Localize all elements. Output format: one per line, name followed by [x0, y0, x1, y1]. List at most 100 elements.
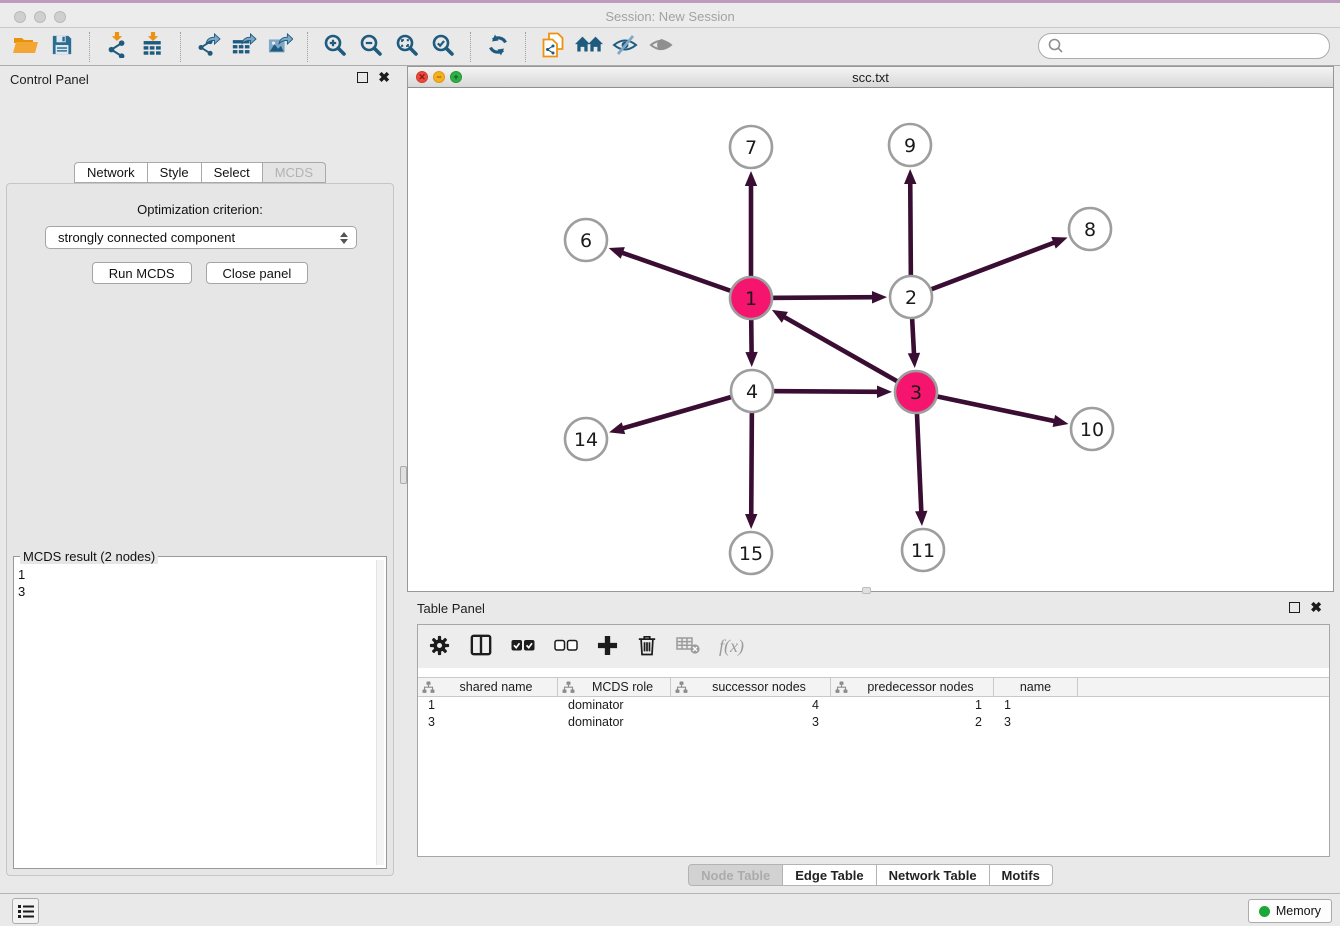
- search-input[interactable]: [1065, 36, 1329, 56]
- vertical-splitter[interactable]: [400, 66, 407, 880]
- column-header-name[interactable]: name: [994, 678, 1078, 696]
- import-network-button[interactable]: [99, 31, 135, 63]
- table-cell[interactable]: 1: [831, 697, 994, 714]
- svg-text:10: 10: [1080, 419, 1104, 441]
- network-canvas[interactable]: 7 9 6 8 1 2 4 3 10 14 15 11: [408, 88, 1333, 591]
- export-table-button[interactable]: [226, 31, 262, 63]
- show-eye-button[interactable]: [643, 31, 679, 63]
- close-panel-icon[interactable]: ✖: [378, 72, 390, 83]
- tab-style[interactable]: Style: [148, 162, 202, 183]
- zoom-out-button[interactable]: [353, 31, 389, 63]
- window-title: Session: New Session: [0, 9, 1340, 24]
- tab-network-table[interactable]: Network Table: [877, 864, 990, 886]
- graph-node-14[interactable]: 14: [565, 418, 607, 460]
- column-header-shared-name[interactable]: shared name: [418, 678, 558, 696]
- graph-edge-3-1[interactable]: [772, 310, 916, 392]
- graph-edge-3-10[interactable]: [916, 392, 1069, 427]
- table-cell[interactable]: 3: [418, 714, 558, 731]
- table-cell[interactable]: 1: [418, 697, 558, 714]
- add-column-button[interactable]: [597, 635, 618, 659]
- refresh-layout-icon: [486, 33, 510, 60]
- result-scrollbar[interactable]: [376, 560, 384, 865]
- graph-node-6[interactable]: 6: [565, 219, 607, 261]
- float-panel-icon[interactable]: [357, 72, 368, 83]
- table-header-row: shared nameMCDS rolesuccessor nodesprede…: [418, 677, 1329, 697]
- table-cell[interactable]: 3: [994, 714, 1078, 731]
- zoom-fit-button[interactable]: [389, 31, 425, 63]
- run-mcds-button[interactable]: Run MCDS: [92, 262, 192, 284]
- delete-table-button[interactable]: [676, 635, 700, 658]
- graph-edge-4-14[interactable]: [609, 391, 752, 434]
- table-panel: Table Panel ✖ f(x) shared nameMCDS roles…: [407, 595, 1334, 890]
- splitter-grip[interactable]: [400, 466, 407, 484]
- horizontal-splitter-grip[interactable]: [862, 587, 871, 594]
- select-all-icon: [511, 639, 535, 655]
- gear-button[interactable]: [428, 634, 451, 660]
- graph-node-7[interactable]: 7: [730, 126, 772, 168]
- criterion-dropdown[interactable]: strongly connected component: [45, 226, 357, 249]
- close-table-panel-icon[interactable]: ✖: [1310, 602, 1322, 613]
- tab-motifs[interactable]: Motifs: [990, 864, 1053, 886]
- graph-edge-1-6[interactable]: [609, 247, 751, 298]
- graph-node-10[interactable]: 10: [1071, 408, 1113, 450]
- graph-node-11[interactable]: 11: [902, 529, 944, 571]
- function-builder-button[interactable]: f(x): [719, 636, 744, 657]
- export-image-button[interactable]: [262, 31, 298, 63]
- float-table-panel-icon[interactable]: [1289, 602, 1300, 613]
- search-box[interactable]: [1038, 33, 1330, 59]
- memory-button[interactable]: Memory: [1248, 899, 1332, 923]
- open-session-button[interactable]: [8, 31, 44, 63]
- column-header-predecessor-nodes[interactable]: predecessor nodes: [831, 678, 994, 696]
- network-hierarchy-icon: [575, 34, 603, 59]
- tab-select[interactable]: Select: [202, 162, 263, 183]
- zoom-in-button[interactable]: [317, 31, 353, 63]
- network-window-titlebar[interactable]: ✕ − + scc.txt: [408, 67, 1333, 88]
- table-row[interactable]: 3dominator323: [418, 714, 1329, 731]
- clone-network-button[interactable]: [535, 31, 571, 63]
- table-cell[interactable]: 4: [671, 697, 831, 714]
- tab-mcds[interactable]: MCDS: [263, 162, 326, 183]
- application-window: Session: New Session Control Panel ✖ Net…: [0, 0, 1340, 926]
- clear-selection-button[interactable]: [554, 639, 578, 655]
- network-hierarchy-button[interactable]: [571, 31, 607, 63]
- graph-node-3[interactable]: 3: [895, 371, 937, 413]
- save-session-button[interactable]: [44, 31, 80, 63]
- table-cell[interactable]: 2: [831, 714, 994, 731]
- tab-edge-table[interactable]: Edge Table: [783, 864, 876, 886]
- table-toolbar: f(x): [418, 625, 1329, 668]
- table-cell[interactable]: dominator: [558, 714, 671, 731]
- zoom-selected-button[interactable]: [425, 31, 461, 63]
- export-network-button[interactable]: [190, 31, 226, 63]
- network-view-window: ✕ − + scc.txt 7 9 6 8 1 2 4 3 10 14 15 11: [407, 66, 1334, 592]
- close-panel-button[interactable]: Close panel: [206, 262, 309, 284]
- graph-node-15[interactable]: 15: [730, 532, 772, 574]
- graph-node-2[interactable]: 2: [890, 276, 932, 318]
- delete-column-button[interactable]: [637, 634, 657, 659]
- graph-edge-2-8[interactable]: [911, 237, 1068, 297]
- task-history-button[interactable]: [12, 898, 39, 924]
- criterion-value: strongly connected component: [58, 230, 340, 245]
- list-icon: [17, 903, 35, 919]
- column-header-MCDS-role[interactable]: MCDS role: [558, 678, 671, 696]
- toolbar-separator: [525, 32, 526, 62]
- mcds-result-lines[interactable]: 13: [18, 560, 374, 865]
- columns-button[interactable]: [470, 634, 492, 659]
- table-cell[interactable]: dominator: [558, 697, 671, 714]
- table-cell[interactable]: 3: [671, 714, 831, 731]
- refresh-layout-button[interactable]: [480, 31, 516, 63]
- tab-network[interactable]: Network: [74, 162, 148, 183]
- graph-node-9[interactable]: 9: [889, 124, 931, 166]
- table-cell[interactable]: 1: [994, 697, 1078, 714]
- column-header-successor-nodes[interactable]: successor nodes: [671, 678, 831, 696]
- select-all-button[interactable]: [511, 639, 535, 655]
- hide-eye-button[interactable]: [607, 31, 643, 63]
- import-table-button[interactable]: [135, 31, 171, 63]
- graph-node-8[interactable]: 8: [1069, 208, 1111, 250]
- graph-node-4[interactable]: 4: [731, 370, 773, 412]
- optimization-criterion-label: Optimization criterion:: [7, 202, 393, 217]
- svg-text:14: 14: [574, 429, 598, 451]
- tab-node-table[interactable]: Node Table: [688, 864, 783, 886]
- graph-node-1[interactable]: 1: [730, 277, 772, 319]
- toolbar-separator: [470, 32, 471, 62]
- table-row[interactable]: 1dominator411: [418, 697, 1329, 714]
